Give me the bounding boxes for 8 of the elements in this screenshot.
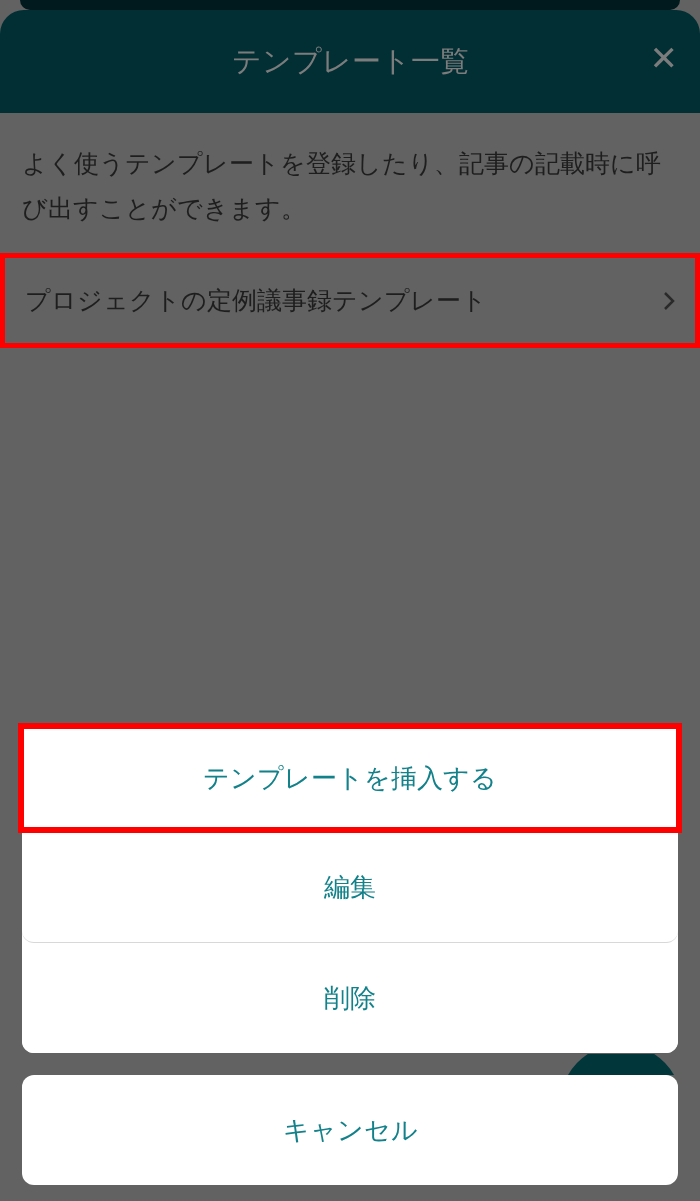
chevron-right-icon [663, 290, 675, 311]
cancel-button[interactable]: キャンセル [22, 1075, 678, 1185]
floating-action-button[interactable] [568, 1054, 674, 1075]
close-button[interactable]: ✕ [643, 38, 684, 78]
window-title: テンプレート一覧 [231, 42, 469, 80]
template-item[interactable]: プロジェクトの定例議事録テンプレート [0, 253, 700, 348]
description-text: よく使うテンプレートを登録したり、記事の記載時に呼び出すことができます。 [22, 148, 662, 225]
action-sheet-option[interactable]: テンプレートを挿入する [18, 723, 682, 833]
